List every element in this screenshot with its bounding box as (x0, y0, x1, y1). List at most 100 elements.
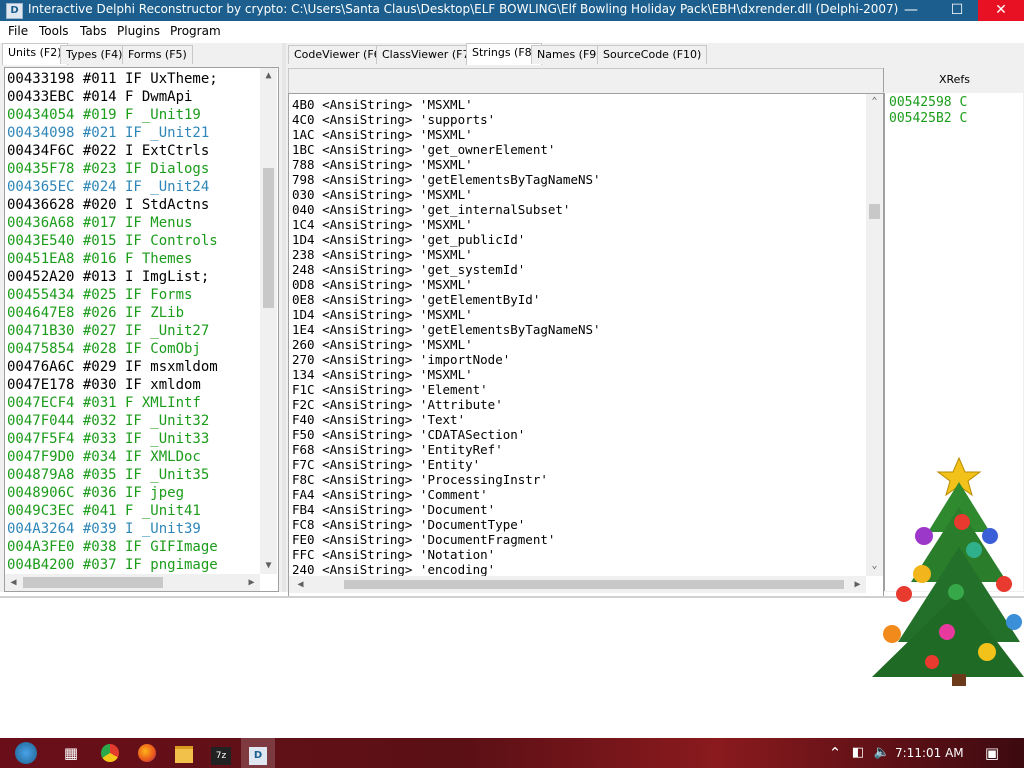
unit-list-item[interactable]: 0047F9D0 #034 IF XMLDoc (7, 448, 278, 466)
string-list-item[interactable]: FA4 <AnsiString> 'Comment' (292, 487, 883, 502)
file-explorer-button[interactable] (167, 738, 201, 768)
unit-list-item[interactable]: 0048906C #036 IF jpeg (7, 484, 278, 502)
string-list-item[interactable]: 0D8 <AnsiString> 'MSXML' (292, 277, 883, 292)
scroll-down-arrow-icon[interactable]: ▼ (260, 560, 277, 572)
unit-list-item[interactable]: 00436628 #020 I StdActns (7, 196, 278, 214)
string-list-item[interactable]: 134 <AnsiString> 'MSXML' (292, 367, 883, 382)
string-list-item[interactable]: F68 <AnsiString> 'EntityRef' (292, 442, 883, 457)
tab-forms[interactable]: Forms (F5) (122, 45, 193, 64)
unit-list-item[interactable]: 00434098 #021 IF _Unit21 (7, 124, 278, 142)
start-button[interactable] (8, 738, 44, 768)
string-list-item[interactable]: FFC <AnsiString> 'Notation' (292, 547, 883, 562)
unit-list-item[interactable]: 00434F6C #022 I ExtCtrls (7, 142, 278, 160)
tab-classviewer[interactable]: ClassViewer (F7) (376, 45, 480, 64)
unit-list-item[interactable]: 004B4200 #037 IF pngimage (7, 556, 278, 574)
string-list-item[interactable]: 1D4 <AnsiString> 'MSXML' (292, 307, 883, 322)
strings-scroll-left-icon[interactable]: ◀ (292, 579, 309, 591)
string-list-item[interactable]: 240 <AnsiString> 'encoding' (292, 562, 883, 577)
idr-taskbar-button[interactable]: D (241, 738, 275, 768)
chrome-button[interactable] (93, 738, 127, 768)
string-list-item[interactable]: FB4 <AnsiString> 'Document' (292, 502, 883, 517)
unit-list-item[interactable]: 00471B30 #027 IF _Unit27 (7, 322, 278, 340)
string-list-item[interactable]: 270 <AnsiString> 'importNode' (292, 352, 883, 367)
string-list-item[interactable]: F8C <AnsiString> 'ProcessingInstr' (292, 472, 883, 487)
units-horizontal-scrollbar[interactable]: ◀ ▶ (5, 574, 260, 591)
string-list-item[interactable]: 1AC <AnsiString> 'MSXML' (292, 127, 883, 142)
string-list-item[interactable]: 4B0 <AnsiString> 'MSXML' (292, 97, 883, 112)
unit-list-item[interactable]: 00433198 #011 IF UxTheme; (7, 70, 278, 88)
unit-list-item[interactable]: 00435F78 #023 IF Dialogs (7, 160, 278, 178)
xref-item[interactable]: 005425B2 C (889, 111, 1023, 127)
unit-list-item[interactable]: 0049C3EC #041 F _Unit41 (7, 502, 278, 520)
string-list-item[interactable]: FE0 <AnsiString> 'DocumentFragment' (292, 532, 883, 547)
unit-list-item[interactable]: 00476A6C #029 IF msxmldom (7, 358, 278, 376)
units-scroll-thumb[interactable] (263, 168, 274, 308)
menu-file[interactable]: File (8, 24, 28, 38)
scroll-left-arrow-icon[interactable]: ◀ (5, 577, 22, 589)
string-list-item[interactable]: 040 <AnsiString> 'get_internalSubset' (292, 202, 883, 217)
string-list-item[interactable]: F7C <AnsiString> 'Entity' (292, 457, 883, 472)
task-view-button[interactable]: ▦ (54, 738, 88, 768)
strings-hscroll-thumb[interactable] (344, 580, 844, 589)
string-list-item[interactable]: F50 <AnsiString> 'CDATASection' (292, 427, 883, 442)
units-list[interactable]: 00433198 #011 IF UxTheme; 00433EBC #014 F… (4, 67, 279, 592)
close-button[interactable]: ✕ (978, 0, 1024, 21)
string-list-item[interactable]: F1C <AnsiString> 'Element' (292, 382, 883, 397)
unit-list-item[interactable]: 00433EBC #014 F DwmApi (7, 88, 278, 106)
strings-scroll-thumb[interactable] (869, 204, 880, 219)
string-list-item[interactable]: 4C0 <AnsiString> 'supports' (292, 112, 883, 127)
xref-item[interactable]: 00542598 C (889, 95, 1023, 111)
firefox-button[interactable] (130, 738, 164, 768)
string-list-item[interactable]: FC8 <AnsiString> 'DocumentType' (292, 517, 883, 532)
unit-list-item[interactable]: 004365EC #024 IF _Unit24 (7, 178, 278, 196)
maximize-button[interactable]: ☐ (934, 0, 980, 21)
scroll-right-arrow-icon[interactable]: ▶ (243, 577, 260, 589)
unit-list-item[interactable]: 00475854 #028 IF ComObj (7, 340, 278, 358)
string-list-item[interactable]: 248 <AnsiString> 'get_systemId' (292, 262, 883, 277)
string-list-item[interactable]: 1C4 <AnsiString> 'MSXML' (292, 217, 883, 232)
notifications-button[interactable]: ▣ (980, 738, 1004, 768)
unit-list-item[interactable]: 004647E8 #026 IF ZLib (7, 304, 278, 322)
unit-list-item[interactable]: 00452A20 #013 I ImgList; (7, 268, 278, 286)
string-list-item[interactable]: 0E8 <AnsiString> 'getElementById' (292, 292, 883, 307)
scroll-up-arrow-icon[interactable]: ▲ (260, 70, 277, 82)
string-list-item[interactable]: 798 <AnsiString> 'getElementsByTagNameNS… (292, 172, 883, 187)
units-hscroll-thumb[interactable] (23, 577, 163, 588)
strings-horizontal-scrollbar[interactable]: ◀ ▶ (289, 576, 866, 593)
7zip-button[interactable]: 7z (204, 738, 238, 768)
tab-sourcecode[interactable]: SourceCode (F10) (597, 45, 708, 64)
strings-scroll-up-icon[interactable]: ⌃ (866, 96, 883, 108)
unit-list-item[interactable]: 004879A8 #035 IF _Unit35 (7, 466, 278, 484)
clock[interactable]: 7:11:01 AM (895, 738, 964, 768)
volume-button[interactable]: 🔈 (872, 738, 892, 768)
string-list-item[interactable]: 1BC <AnsiString> 'get_ownerElement' (292, 142, 883, 157)
network-button[interactable]: ◧ (848, 738, 868, 768)
string-list-item[interactable]: F40 <AnsiString> 'Text' (292, 412, 883, 427)
unit-list-item[interactable]: 0043E540 #015 IF Controls (7, 232, 278, 250)
unit-list-item[interactable]: 004A3FE0 #038 IF GIFImage (7, 538, 278, 556)
tab-names[interactable]: Names (F9) (531, 45, 607, 64)
unit-list-item[interactable]: 0047E178 #030 IF xmldom (7, 376, 278, 394)
strings-list[interactable]: 4B0 <AnsiString> 'MSXML' 4C0 <AnsiString>… (288, 93, 884, 627)
units-vertical-scrollbar[interactable]: ▲ ▼ (260, 68, 277, 574)
minimize-button[interactable]: — (888, 0, 934, 21)
unit-list-item[interactable]: 00436A68 #017 IF Menus (7, 214, 278, 232)
menu-tabs[interactable]: Tabs (80, 24, 107, 38)
menu-plugins[interactable]: Plugins (117, 24, 160, 38)
string-list-item[interactable]: 1E4 <AnsiString> 'getElementsByTagNameNS… (292, 322, 883, 337)
app-icon[interactable]: D (6, 3, 23, 19)
unit-list-item[interactable]: 0047F044 #032 IF _Unit32 (7, 412, 278, 430)
string-list-item[interactable]: 030 <AnsiString> 'MSXML' (292, 187, 883, 202)
chevron-up-button[interactable]: ⌃ (826, 738, 844, 768)
string-list-item[interactable]: 788 <AnsiString> 'MSXML' (292, 157, 883, 172)
string-list-item[interactable]: F2C <AnsiString> 'Attribute' (292, 397, 883, 412)
string-list-item[interactable]: 260 <AnsiString> 'MSXML' (292, 337, 883, 352)
unit-list-item[interactable]: 0047ECF4 #031 F XMLIntf (7, 394, 278, 412)
tab-types[interactable]: Types (F4) (60, 45, 129, 64)
tab-units[interactable]: Units (F2) (2, 43, 68, 65)
unit-list-item[interactable]: 0047F5F4 #033 IF _Unit33 (7, 430, 278, 448)
string-list-item[interactable]: 238 <AnsiString> 'MSXML' (292, 247, 883, 262)
menu-tools[interactable]: Tools (39, 24, 69, 38)
unit-list-item[interactable]: 004A3264 #039 I _Unit39 (7, 520, 278, 538)
unit-list-item[interactable]: 00451EA8 #016 F Themes (7, 250, 278, 268)
